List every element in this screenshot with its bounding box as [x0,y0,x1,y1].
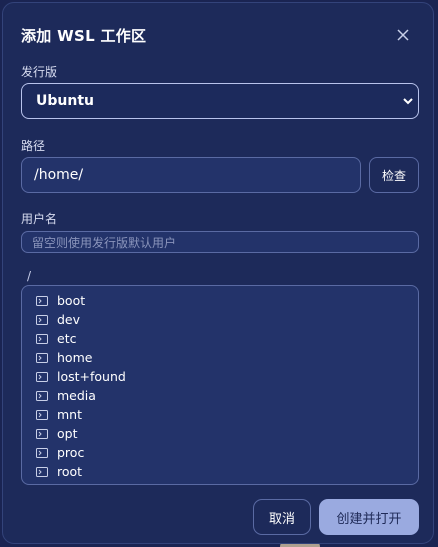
dialog-title: 添加 WSL 工作区 [21,27,147,45]
list-item[interactable]: root [36,462,82,481]
distro-selected-value: Ubuntu [36,93,94,109]
terminal-folder-icon [36,295,48,306]
list-item[interactable]: opt [36,424,77,443]
terminal-folder-icon [36,314,48,325]
terminal-folder-icon [36,466,48,477]
close-icon [397,29,409,41]
list-item-label: boot [57,293,86,308]
list-item-label: dev [57,312,81,327]
list-item-label: etc [57,331,77,346]
list-item[interactable]: media [36,386,96,405]
current-directory: / [27,269,32,283]
cancel-button[interactable]: 取消 [253,499,311,535]
terminal-folder-icon [36,447,48,458]
chevron-down-icon [403,98,413,105]
terminal-folder-icon [36,428,48,439]
terminal-folder-icon [36,333,48,344]
list-item[interactable]: mnt [36,405,82,424]
list-item-label: lost+found [57,369,126,384]
list-item-label: mnt [57,407,82,422]
distro-select[interactable]: Ubuntu [21,83,419,119]
terminal-folder-icon [36,390,48,401]
list-item-label: opt [57,426,78,441]
list-item[interactable]: proc [36,443,84,462]
distro-label: 发行版 [21,65,58,79]
list-item-label: root [57,464,83,479]
list-item[interactable]: etc [36,329,76,348]
list-item-label: media [57,388,96,403]
close-button[interactable] [393,25,413,45]
path-input[interactable]: /home/ [21,157,361,193]
check-button[interactable]: 检查 [369,157,419,193]
list-item[interactable]: home [36,348,92,367]
add-wsl-workspace-dialog: 添加 WSL 工作区 发行版 Ubuntu 路径 /home/ 检查 用户名 留… [2,2,434,544]
list-item[interactable]: boot [36,291,85,310]
username-label: 用户名 [21,212,58,226]
list-item[interactable]: dev [36,310,80,329]
create-and-open-button[interactable]: 创建并打开 [319,499,419,535]
list-item[interactable]: lost+found [36,367,126,386]
list-item-label: proc [57,445,85,460]
directory-list[interactable]: boot dev etc home lost+found media mnt o… [21,285,419,485]
username-input[interactable]: 留空则使用发行版默认用户 [21,231,419,253]
list-item-label: home [57,350,93,365]
path-label: 路径 [21,139,46,153]
terminal-folder-icon [36,371,48,382]
terminal-folder-icon [36,352,48,363]
terminal-folder-icon [36,409,48,420]
